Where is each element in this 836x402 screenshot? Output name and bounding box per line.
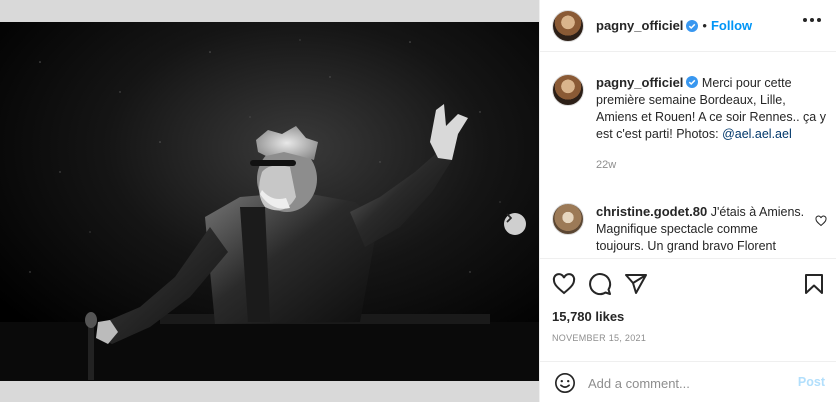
- next-photo-button[interactable]: [504, 213, 526, 235]
- post-comment-button[interactable]: Post: [798, 375, 825, 389]
- comment-input[interactable]: [588, 374, 788, 392]
- header-separator: •: [702, 18, 707, 33]
- caption-time[interactable]: 22w: [596, 157, 827, 174]
- comment-text-block: christine.godet.80 J'étais à Amiens. Mag…: [596, 203, 806, 255]
- author-avatar[interactable]: [552, 9, 584, 42]
- caption-avatar[interactable]: [552, 74, 584, 106]
- verified-badge-icon: [686, 76, 699, 88]
- post-actions: [540, 258, 836, 308]
- caption-mention-link[interactable]: @ael.ael.ael: [722, 127, 792, 141]
- instagram-post: pagny_officiel • Follow pagny_officiel M…: [0, 0, 836, 402]
- more-options-icon[interactable]: [803, 18, 821, 22]
- concert-photo: [0, 22, 539, 381]
- follow-button[interactable]: Follow: [711, 18, 752, 33]
- post-caption: pagny_officiel Merci pour cette première…: [552, 74, 827, 174]
- caption-username[interactable]: pagny_officiel: [596, 75, 683, 90]
- commenter-username[interactable]: christine.godet.80: [596, 204, 707, 219]
- verified-badge-icon: [686, 19, 699, 32]
- post-side-panel: pagny_officiel • Follow pagny_officiel M…: [539, 0, 836, 402]
- emoji-icon[interactable]: [554, 372, 576, 394]
- caption-text-block: pagny_officiel Merci pour cette première…: [596, 74, 827, 174]
- post-header: pagny_officiel • Follow: [540, 0, 836, 52]
- likes-count[interactable]: 15,780 likes: [552, 309, 624, 324]
- heart-icon[interactable]: [552, 272, 576, 296]
- post-date[interactable]: NOVEMBER 15, 2021: [552, 333, 646, 343]
- next-arrow-icon: [506, 213, 512, 223]
- share-icon[interactable]: [624, 272, 648, 296]
- commenter-avatar[interactable]: [552, 203, 584, 235]
- post-photo[interactable]: [0, 22, 539, 381]
- comment-like-heart-icon[interactable]: [815, 215, 827, 227]
- comments-section: pagny_officiel Merci pour cette première…: [540, 53, 836, 258]
- author-username[interactable]: pagny_officiel: [596, 18, 683, 33]
- comment-icon[interactable]: [588, 272, 612, 296]
- add-comment-bar: Post: [540, 361, 836, 402]
- comment-item: christine.godet.80 J'étais à Amiens. Mag…: [552, 203, 827, 255]
- bookmark-icon[interactable]: [802, 272, 826, 296]
